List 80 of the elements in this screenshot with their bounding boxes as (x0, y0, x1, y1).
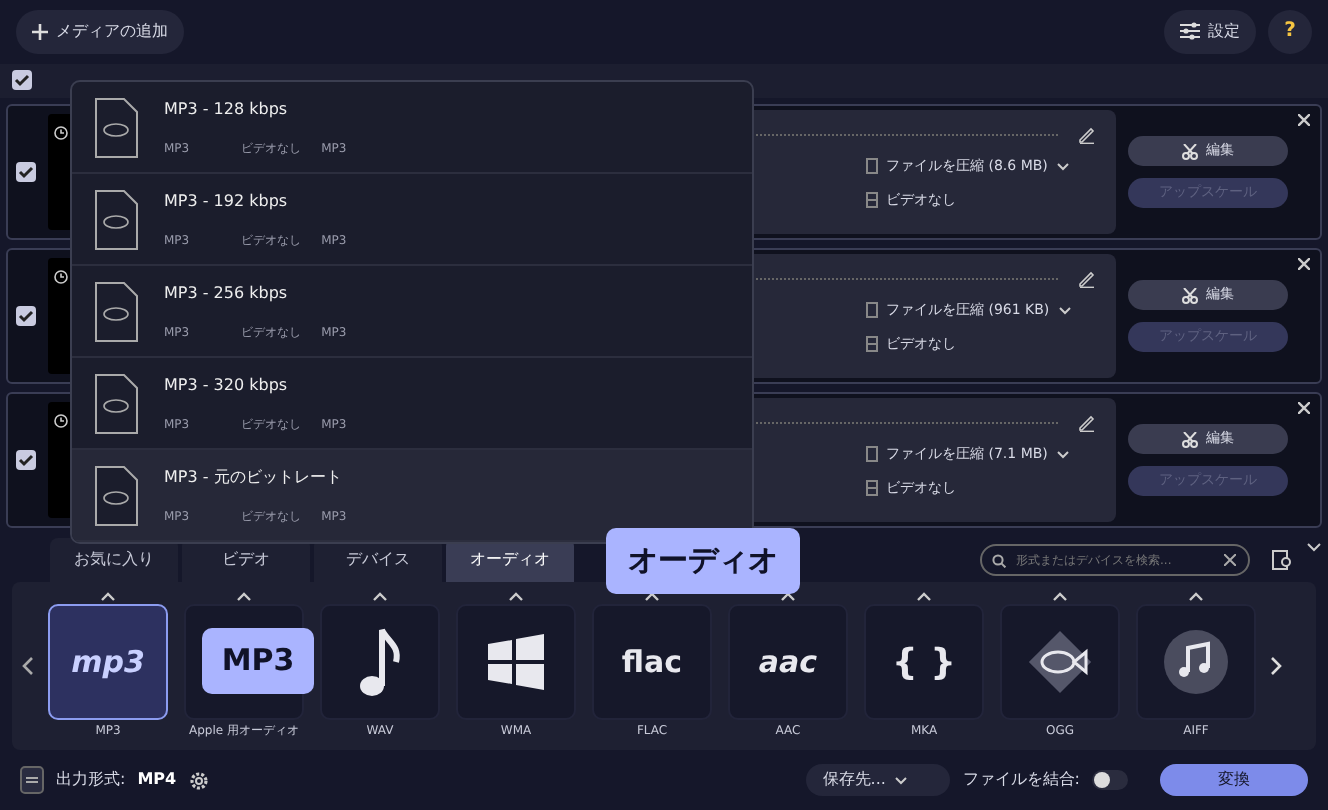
flac-logo-icon: flac (621, 639, 683, 685)
help-button[interactable]: ? (1268, 9, 1312, 54)
add-media-button[interactable]: メディアの追加 (16, 9, 184, 54)
aac-logo-icon: aac (758, 639, 818, 685)
file-icon (866, 446, 878, 463)
sliders-icon (1180, 22, 1200, 41)
caret-up-icon[interactable] (1052, 592, 1068, 603)
format-tooltip: MP3 (202, 628, 314, 694)
checkbox[interactable] (16, 306, 36, 327)
caret-up-icon[interactable] (916, 592, 932, 603)
film-icon (866, 479, 878, 496)
clock-icon (54, 125, 68, 140)
format-tile[interactable]: aac (728, 604, 848, 721)
audio-file-icon (92, 189, 140, 249)
plus-icon (32, 23, 48, 40)
pencil-icon[interactable] (1078, 270, 1096, 289)
preset-title: MP3 - 256 kbps (164, 281, 290, 305)
output-format-value: MP4 (137, 768, 177, 793)
clock-icon (54, 413, 68, 428)
audio-file-icon (92, 465, 140, 525)
format-tile[interactable]: { } (864, 604, 984, 721)
pencil-icon[interactable] (1078, 126, 1096, 145)
pencil-icon[interactable] (1078, 414, 1096, 433)
preset-title: MP3 - 320 kbps (164, 373, 290, 397)
chevron-down-icon (893, 775, 908, 786)
windows-logo-icon (484, 632, 548, 693)
fish-icon (1024, 626, 1096, 699)
chevron-left-icon[interactable] (20, 656, 34, 677)
caret-up-icon[interactable] (508, 592, 524, 603)
close-icon[interactable] (1298, 258, 1310, 271)
scissors-icon (1182, 431, 1198, 448)
search-icon (992, 554, 1006, 569)
checkbox[interactable] (16, 450, 36, 471)
scissors-icon (1182, 143, 1198, 160)
caret-up-icon[interactable] (100, 592, 116, 603)
music-note-icon (356, 626, 404, 699)
checkbox[interactable] (16, 162, 36, 183)
braces-logo-icon: { } (892, 635, 956, 690)
save-to-button[interactable]: 保存先... (806, 764, 951, 797)
file-format-icon (20, 766, 44, 795)
caret-up-icon[interactable] (236, 592, 252, 603)
tab-tooltip: オーディオ (606, 528, 800, 594)
chevron-down-icon[interactable] (1055, 449, 1070, 460)
film-icon (866, 335, 878, 352)
file-icon (866, 158, 878, 175)
caret-up-icon[interactable] (372, 592, 388, 603)
export-icon[interactable] (1272, 550, 1292, 571)
chevron-right-icon[interactable] (1270, 656, 1284, 677)
mp3-logo-icon: mp3 (71, 639, 145, 685)
toggle-switch[interactable] (1092, 770, 1128, 791)
music-note-icon (1162, 628, 1230, 697)
close-icon[interactable] (1298, 114, 1310, 127)
format-tile[interactable] (1136, 604, 1256, 721)
merge-files-label: ファイルを結合: (962, 768, 1080, 793)
audio-file-icon (92, 281, 140, 341)
preset-title: MP3 - 192 kbps (164, 189, 290, 213)
close-icon[interactable] (1224, 554, 1236, 567)
file-icon (866, 302, 878, 319)
clock-icon (54, 269, 68, 284)
checkbox[interactable] (12, 70, 32, 91)
convert-button[interactable]: 変換 (1160, 764, 1308, 797)
chevron-down-icon[interactable] (1306, 542, 1322, 555)
settings-button[interactable]: 設定 (1164, 9, 1256, 54)
preset-title: MP3 - 元のビットレート (164, 465, 344, 489)
gear-icon[interactable] (188, 769, 211, 792)
audio-file-icon (92, 97, 140, 157)
format-tile[interactable]: flac (592, 604, 712, 721)
caret-up-icon[interactable] (1188, 592, 1204, 603)
format-tile[interactable] (1000, 604, 1120, 721)
film-icon (866, 191, 878, 208)
chevron-down-icon[interactable] (1055, 161, 1070, 172)
close-icon[interactable] (1298, 402, 1310, 415)
chevron-down-icon[interactable] (1057, 305, 1072, 316)
scissors-icon (1182, 287, 1198, 304)
output-format-label: 出力形式: (56, 768, 126, 793)
audio-file-icon (92, 373, 140, 433)
format-tile[interactable]: mp3 (48, 604, 168, 721)
preset-title: MP3 - 128 kbps (164, 97, 290, 121)
format-tile[interactable] (320, 604, 440, 721)
format-tile[interactable] (456, 604, 576, 721)
